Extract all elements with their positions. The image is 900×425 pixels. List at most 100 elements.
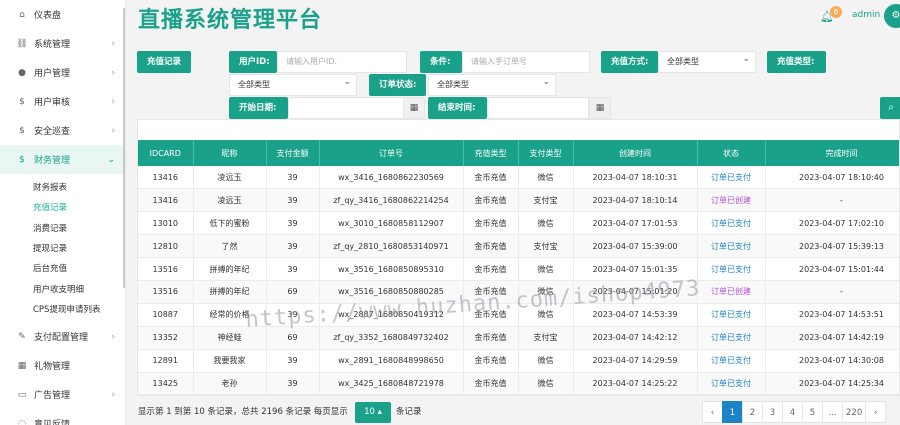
table-cell: 凌远玉: [193, 188, 267, 213]
prev-page-button[interactable]: ‹: [702, 401, 723, 423]
submenu-item[interactable]: 后台充值: [0, 258, 125, 278]
sidebar-item-label: 安全巡查: [34, 127, 71, 137]
table-cell: 12891: [138, 349, 194, 373]
recharge-method-select[interactable]: 全部类型: [658, 49, 756, 73]
chevron-right-icon: ›: [111, 125, 115, 136]
sidebar-item-9[interactable]: ◌ 意见反馈: [0, 409, 125, 425]
sidebar-item-0[interactable]: ⌂ 仪表盘: [0, 0, 125, 29]
condition-label: 条件:: [420, 51, 462, 73]
page-button[interactable]: 220: [842, 401, 867, 423]
end-time-label: 结束时间:: [428, 97, 487, 119]
table-cell: 2023-04-07 15:01:20: [573, 280, 698, 304]
sidebar-item-3[interactable]: $ 用户审核 ›: [0, 87, 125, 116]
column-header[interactable]: 支付类型: [518, 140, 574, 166]
chevron-right-icon: ›: [111, 38, 115, 49]
end-time-input[interactable]: [487, 97, 589, 119]
sidebar-item-1[interactable]: ⛓ 系统管理 ›: [0, 29, 125, 58]
sidebar-item-2[interactable]: ● 用户管理 ›: [0, 58, 125, 87]
page-size-select[interactable]: 10 ▴: [355, 402, 391, 423]
table-row: 13516 拼搏的年纪 69 wx_3516_1680850880285 金币充值 微信 2…: [138, 280, 899, 304]
table-cell: 微信: [518, 303, 574, 327]
start-date-input[interactable]: [288, 97, 404, 119]
sidebar-item-label: 广告管理: [34, 391, 71, 402]
table-cell: 13425: [138, 372, 194, 395]
table-row: 13425 老孙 39 wx_3425_1680848721978 金币充值 微信 2023…: [138, 372, 899, 395]
user-id-label: 用户ID:: [229, 51, 277, 73]
table-cell: 订单已支付: [697, 234, 766, 259]
table-cell: zf_qy_3352_1680849732402: [319, 326, 464, 350]
table-cell: 订单已创建: [697, 188, 766, 213]
table-cell: 微信: [518, 257, 574, 281]
table-cell: 13416: [138, 188, 194, 213]
sidebar: ⌂ 仪表盘 ⛓ 系统管理 › ● 用户管理 › $ 用户审核 › $ 安全巡查 › $ 财务管理 ⌄ 财务报表充…: [0, 0, 126, 425]
table-cell: 2023-04-07 14:53:51: [765, 303, 899, 327]
submenu-item[interactable]: 财务报表: [0, 177, 125, 197]
sidebar-item-8[interactable]: ▭ 广告管理 ›: [0, 380, 125, 409]
user-id-input[interactable]: 请输入用户ID.: [277, 51, 407, 73]
next-page-button[interactable]: ›: [865, 401, 887, 423]
submenu-item[interactable]: CPS提现申请列表: [0, 299, 125, 319]
sidebar-item-label: 支付配置管理: [34, 333, 89, 344]
table-row: 13010 低下的蜜粉 39 wx_3010_1680858112907 金币充值 微信 2…: [138, 211, 899, 236]
page-title: 直播系统管理平台: [138, 8, 323, 33]
search-icon[interactable]: ⌕: [880, 97, 900, 119]
column-header[interactable]: IDCARD: [138, 140, 194, 166]
column-header[interactable]: 完成时间: [765, 140, 899, 166]
table-cell: 2023-04-07 17:02:10: [765, 211, 899, 236]
sidebar-item-label: 礼物管理: [34, 362, 71, 373]
avatar[interactable]: ⚙: [884, 4, 900, 28]
submenu-item[interactable]: 充值记录: [0, 197, 125, 217]
sidebar-item-7[interactable]: ▦ 礼物管理: [0, 351, 125, 380]
table-cell: -: [765, 280, 899, 304]
table-cell: 2023-04-07 14:30:08: [765, 349, 899, 373]
recharge-type-label: 充值类型:: [767, 51, 826, 73]
page-button[interactable]: 2: [742, 401, 763, 423]
table-cell: 金币充值: [463, 349, 519, 373]
recharge-method-label: 充值方式:: [601, 51, 658, 73]
feedback-icon: ◌: [18, 418, 26, 425]
submenu-item[interactable]: 用户收支明细: [0, 278, 125, 298]
submenu-item[interactable]: 消费记录: [0, 218, 125, 238]
table-cell: 金币充值: [463, 326, 519, 350]
recharge-type-select[interactable]: 全部类型: [229, 72, 357, 96]
table-cell: 39: [266, 349, 320, 373]
order-number-input[interactable]: 请输入手订单号: [462, 51, 590, 73]
column-header[interactable]: 订单号: [319, 140, 464, 166]
table-cell: 微信: [518, 280, 574, 304]
table-cell: 2023-04-07 15:01:35: [573, 257, 698, 281]
table-cell: 2023-04-07 14:53:39: [573, 303, 698, 327]
page-button[interactable]: 3: [762, 401, 783, 423]
sidebar-item-6[interactable]: ✎ 支付配置管理 ›: [0, 322, 125, 351]
dollar-icon: $: [19, 96, 25, 107]
sidebar-item-label: 意见反馈: [34, 417, 70, 425]
table-cell: 微信: [518, 166, 574, 190]
page-button[interactable]: 4: [782, 401, 803, 423]
dollar-icon: $: [19, 154, 25, 165]
page-button[interactable]: 1: [722, 401, 743, 423]
table-cell: wx_3425_1680848721978: [319, 372, 464, 395]
column-header[interactable]: 状态: [697, 140, 766, 166]
order-status-select[interactable]: 全部类型: [428, 72, 556, 96]
sidebar-item-5[interactable]: $ 财务管理 ⌄: [0, 145, 125, 174]
column-header[interactable]: 创建时间: [573, 140, 698, 166]
column-header[interactable]: 支付金额: [266, 140, 320, 166]
column-header[interactable]: 充值类型: [463, 140, 519, 166]
submenu-item[interactable]: 提现记录: [0, 238, 125, 258]
page-button[interactable]: 5: [802, 401, 823, 423]
header: 直播系统管理平台 🔔︎ 6 admin ⚙: [126, 0, 900, 40]
table-cell: 微信: [518, 372, 574, 395]
records-table-panel: IDCARD 昵称 支付金额 订单号 充值类型 支付类型 创建时间 状态 完成时间 13416 凌…: [137, 119, 900, 396]
table-cell: 69: [266, 280, 320, 304]
column-header[interactable]: 昵称: [193, 140, 267, 166]
wrench-icon: ✎: [18, 331, 26, 342]
user-menu[interactable]: admin: [852, 10, 880, 20]
sidebar-item-4[interactable]: $ 安全巡查 ›: [0, 116, 125, 145]
table-cell: 金币充值: [463, 303, 519, 327]
recharge-record-button[interactable]: 充值记录: [137, 51, 192, 73]
calendar-icon[interactable]: ▦: [589, 97, 611, 119]
table-cell: 拼搏的年纪: [193, 280, 267, 304]
table-cell: 2023-04-07 14:29:59: [573, 349, 698, 373]
calendar-icon[interactable]: ▦: [403, 97, 425, 119]
sidebar-scrollbar[interactable]: [123, 8, 125, 288]
page-button[interactable]: ...: [822, 401, 843, 423]
